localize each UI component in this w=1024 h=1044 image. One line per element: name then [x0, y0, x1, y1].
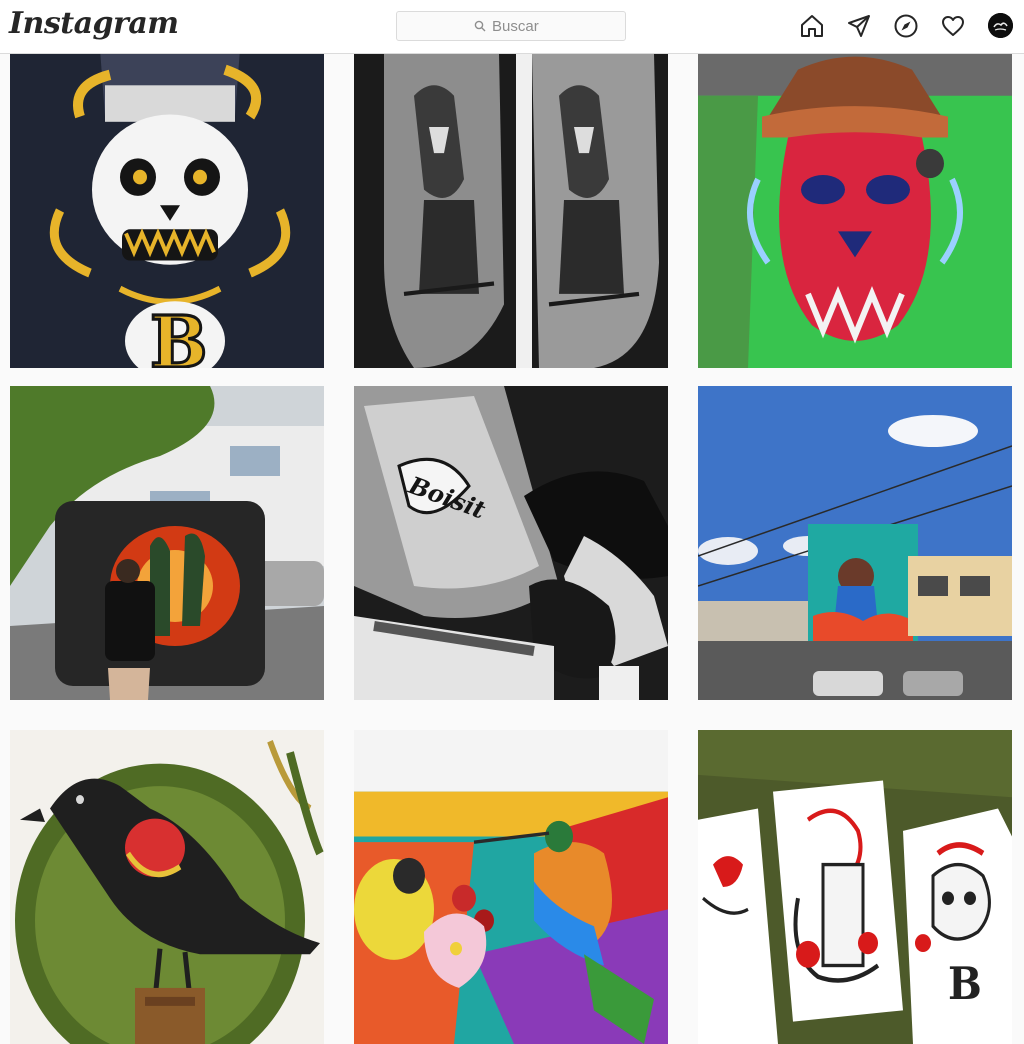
post-tile[interactable]: [10, 386, 324, 700]
avatar-image: [988, 13, 1013, 38]
posts-grid: B Boisit B: [0, 54, 1024, 1044]
svg-text:B: B: [150, 302, 207, 368]
post-image: [354, 54, 668, 368]
activity-button[interactable]: [939, 12, 967, 40]
explore-button[interactable]: [892, 12, 920, 40]
post-tile[interactable]: [354, 730, 668, 1044]
post-tile[interactable]: [354, 54, 668, 368]
activity-heart-icon: [942, 16, 964, 36]
post-tile[interactable]: Boisit: [354, 386, 668, 700]
search-icon: [474, 20, 486, 32]
post-image: [10, 386, 324, 700]
svg-text:B: B: [948, 958, 982, 1011]
direct-button[interactable]: [845, 12, 873, 40]
post-image: B: [10, 54, 324, 368]
top-navigation-bar: Instagram: [0, 0, 1024, 54]
post-tile[interactable]: B: [10, 54, 324, 368]
post-tile[interactable]: [10, 730, 324, 1044]
search-box[interactable]: [396, 11, 626, 41]
instagram-logo[interactable]: Instagram: [9, 6, 179, 41]
search-input[interactable]: [492, 17, 548, 35]
home-icon: [801, 15, 823, 37]
post-image: [698, 54, 1012, 368]
post-tile[interactable]: B: [698, 730, 1012, 1044]
post-image: [10, 730, 324, 1044]
direct-message-icon: [848, 15, 870, 37]
home-button[interactable]: [798, 12, 826, 40]
profile-avatar[interactable]: [988, 13, 1013, 38]
post-image: [698, 386, 1012, 700]
post-image: B: [698, 730, 1012, 1044]
explore-icon: [894, 14, 918, 38]
post-image: [354, 730, 668, 1044]
post-tile[interactable]: [698, 386, 1012, 700]
post-tile[interactable]: [698, 54, 1012, 368]
post-image: Boisit: [354, 386, 668, 700]
